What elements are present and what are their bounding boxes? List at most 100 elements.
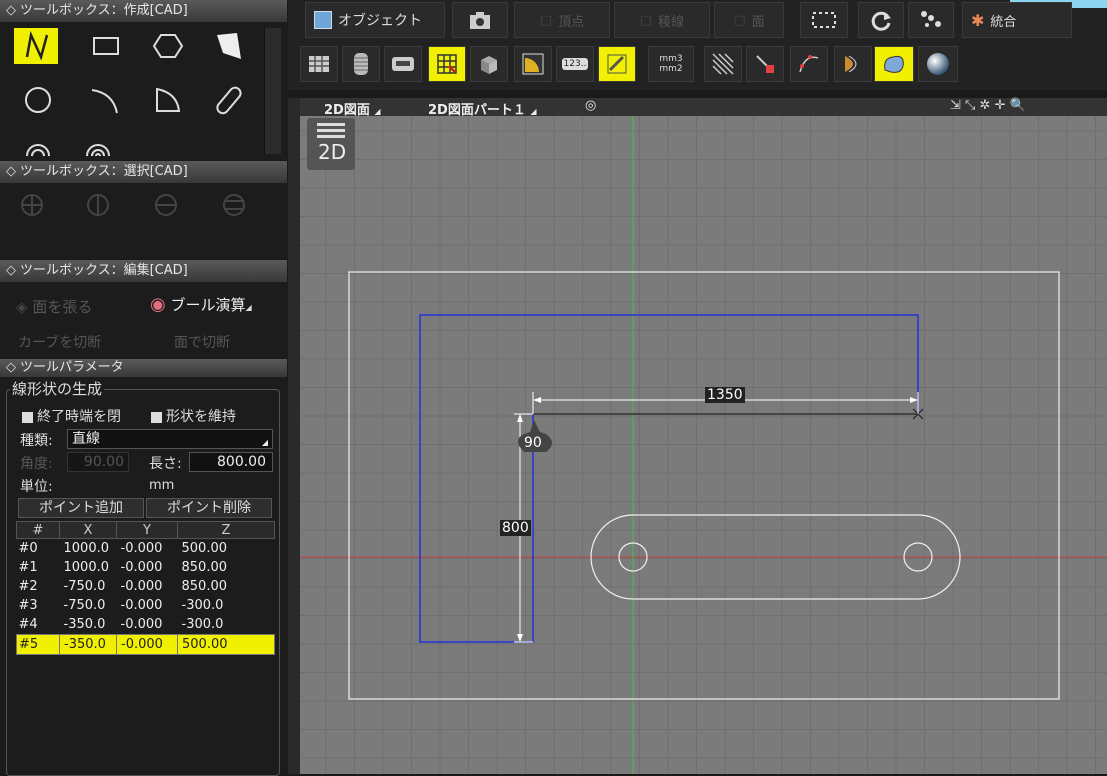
sphere-button[interactable] (918, 46, 958, 82)
close-at-end-checkbox[interactable]: 終了時端を閉 (22, 406, 121, 426)
toolbox-edit-title: ツールボックス：編集[CAD] (20, 263, 188, 278)
table-row[interactable]: #0 1000.0 -0.000 500.00 (17, 539, 275, 559)
dimension-label-vertical[interactable]: 800 (500, 520, 531, 536)
toolbox-select-header[interactable]: ◇ ツールボックス：選択[CAD] (0, 161, 287, 183)
table-cell: -750.0 (63, 598, 106, 613)
face-fill-button[interactable]: ◈ 面を張る (16, 296, 92, 317)
unit-label: 単位: (20, 479, 53, 495)
curve-edit-button[interactable] (790, 46, 828, 82)
table-cell: #4 (18, 617, 38, 632)
car-button[interactable] (384, 46, 422, 82)
type-label: 種類: (20, 433, 53, 449)
polyline-shape (419, 314, 919, 643)
face-tool-button[interactable] (206, 28, 250, 64)
checkbox-icon (22, 411, 33, 423)
cut-face-button[interactable]: 面で切断 (174, 332, 230, 348)
section-cube-icon (481, 56, 497, 74)
angle-label: 角度: (20, 456, 53, 472)
dimension-button[interactable] (598, 46, 636, 82)
face-fill-icon: ◈ (16, 298, 28, 316)
column-header: # (16, 521, 60, 539)
sector-icon (156, 87, 181, 112)
circle-tool-button[interactable] (16, 82, 60, 118)
grid-table-button[interactable] (300, 46, 338, 82)
arc-tool-button[interactable] (82, 82, 126, 118)
freeform-icon (884, 55, 904, 73)
angle-input[interactable]: 90.00 (67, 452, 129, 472)
toolbox-create-panel: ◇ ツールボックス：作成[CAD] (0, 0, 287, 160)
points-table: # X Y Z #0 1000.0 -0.000 500.00 #1 1000.0 -0.0… (16, 521, 275, 655)
trim-icon (756, 55, 774, 73)
sheet-border (348, 271, 1060, 700)
canvas-ruler (288, 98, 300, 774)
table-cell: 850.00 (181, 579, 228, 594)
section-button[interactable] (470, 46, 508, 82)
vertex-mode-button[interactable]: ▢ 頂点 (514, 2, 610, 38)
table-row[interactable]: #3 -750.0 -0.000 -300.0 (17, 596, 275, 615)
spring-button[interactable] (342, 46, 380, 82)
scatter-button[interactable] (908, 2, 954, 38)
slot-tool-button[interactable] (208, 82, 252, 118)
toolbox-edit-panel: ◇ ツールボックス：編集[CAD] ◈ 面を張る ◉ ブール演算◢ カーブを切断 … (0, 260, 287, 358)
type-select[interactable]: 直線 ◢ (67, 429, 273, 449)
merge-button[interactable]: ✱ 統合 (962, 2, 1072, 38)
cube-icon (314, 11, 332, 29)
fan-tool-button[interactable] (146, 82, 190, 118)
toolbox-select-title: ツールボックス：選択[CAD] (20, 164, 188, 179)
volume-unit-icon: mm3 (659, 54, 683, 64)
table-row[interactable]: #5 -350.0 -0.000 500.00 (16, 634, 275, 655)
collapse-icon[interactable]: ◇ (6, 360, 16, 375)
arrow-icon (517, 634, 523, 642)
mesh-icon (845, 55, 857, 73)
table-row[interactable]: #1 1000.0 -0.000 850.00 (17, 558, 275, 577)
table-cell: -0.000 (116, 634, 178, 655)
trim-button[interactable] (746, 46, 784, 82)
length-input[interactable]: 800.00 (189, 452, 273, 472)
collapse-icon[interactable]: ◇ (6, 3, 16, 18)
polygon-tool-button[interactable] (146, 28, 190, 64)
table-cell: -300.0 (181, 617, 224, 632)
mesh-wrap-button[interactable] (834, 46, 872, 82)
table-cell: -300.0 (181, 598, 224, 613)
snap-grid-icon (437, 54, 457, 74)
dimension-label-horizontal[interactable]: 1350 (705, 387, 745, 403)
toolbox-edit-header[interactable]: ◇ ツールボックス：編集[CAD] (0, 260, 287, 282)
measure-angle-button[interactable] (514, 46, 552, 82)
tool-params-header[interactable]: ◇ ツールパラメータ (0, 359, 287, 377)
collapse-icon[interactable]: ◇ (6, 164, 16, 179)
edge-mode-button[interactable]: ▢ 稜線 (614, 2, 710, 38)
arrow-icon (517, 414, 523, 422)
face-mode-button[interactable]: ▢ 面 (714, 2, 784, 38)
table-cell: #0 (18, 541, 38, 556)
rectangle-tool-button[interactable] (84, 28, 128, 64)
keep-shape-checkbox[interactable]: 形状を維持 (151, 406, 236, 426)
toolbox-create-scrollbar[interactable] (264, 28, 281, 154)
number-icon: 123.. (561, 58, 589, 70)
area-volume-button[interactable]: mm3 mm2 (648, 46, 694, 82)
params-group-title: 線形状の生成 (10, 378, 105, 399)
object-mode-button[interactable]: オブジェクト (305, 2, 445, 38)
table-row[interactable]: #2 -750.0 -0.000 850.00 (17, 577, 275, 596)
column-header: Z (177, 521, 275, 539)
boolean-op-button[interactable]: ◉ ブール演算◢ (150, 294, 252, 315)
table-row[interactable]: #4 -350.0 -0.000 -300.0 (17, 615, 275, 635)
rectangle-icon (93, 37, 119, 55)
collapse-icon[interactable]: ◇ (6, 263, 16, 278)
selection-frame-button[interactable] (800, 2, 848, 38)
polyline-tool-button[interactable] (14, 28, 58, 64)
protractor-icon (522, 53, 544, 75)
number-button[interactable]: 123.. (556, 46, 594, 82)
freeform-button[interactable] (874, 46, 914, 82)
column-header: X (59, 521, 117, 539)
rotate-button[interactable] (858, 2, 904, 38)
toolbox-create-header[interactable]: ◇ ツールボックス：作成[CAD] (0, 0, 287, 22)
hatch-button[interactable] (704, 46, 742, 82)
delete-point-button[interactable]: ポイント削除 (146, 498, 272, 518)
table-cell: -350.0 (63, 617, 106, 632)
face-mode-icon: ▢ (733, 12, 746, 28)
cut-curve-button[interactable]: カーブを切断 (18, 332, 101, 348)
camera-button[interactable] (452, 2, 508, 38)
snap-grid-button[interactable] (428, 46, 466, 82)
dropdown-corner-icon: ◢ (261, 438, 268, 447)
add-point-button[interactable]: ポイント追加 (18, 498, 144, 518)
